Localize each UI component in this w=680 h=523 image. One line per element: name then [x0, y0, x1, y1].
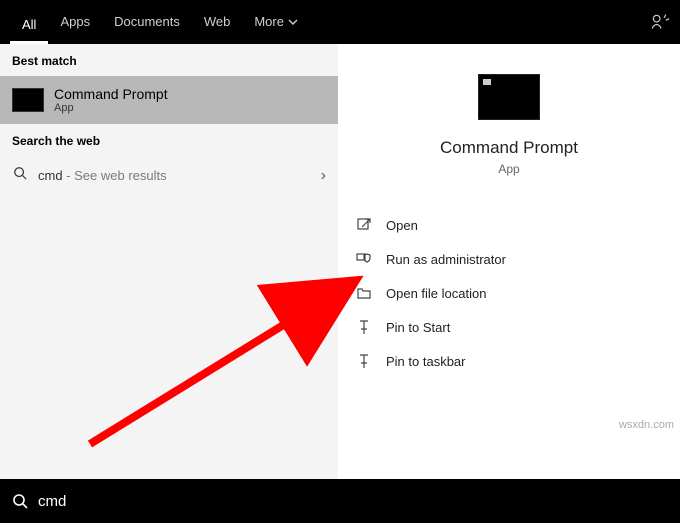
- tab-documents[interactable]: Documents: [102, 0, 192, 44]
- web-result-query: cmd: [38, 168, 63, 183]
- action-pin-to-taskbar[interactable]: Pin to taskbar: [352, 344, 666, 378]
- search-bar[interactable]: cmd: [0, 479, 680, 523]
- chevron-down-icon: [288, 17, 298, 27]
- left-results-pane: Best match Command Prompt App Search the…: [0, 44, 338, 479]
- open-icon: [356, 217, 372, 233]
- action-open-label: Open: [386, 218, 418, 233]
- detail-title: Command Prompt: [440, 138, 578, 158]
- watermark: wsxdn.com: [619, 419, 674, 431]
- tab-all[interactable]: All: [10, 0, 48, 44]
- best-match-subtitle: App: [54, 102, 168, 114]
- chevron-right-icon: ›: [321, 167, 326, 185]
- action-pin-start-label: Pin to Start: [386, 320, 450, 335]
- action-pin-to-start[interactable]: Pin to Start: [352, 310, 666, 344]
- command-prompt-icon: [12, 88, 44, 112]
- action-pin-taskbar-label: Pin to taskbar: [386, 354, 466, 369]
- command-prompt-large-icon: [478, 74, 540, 120]
- best-match-header: Best match: [0, 44, 338, 76]
- best-match-title: Command Prompt: [54, 86, 168, 102]
- pin-taskbar-icon: [356, 353, 372, 369]
- action-open-file-location[interactable]: Open file location: [352, 276, 666, 310]
- web-result-item[interactable]: cmd - See web results ›: [0, 156, 338, 195]
- best-match-item[interactable]: Command Prompt App: [0, 76, 338, 124]
- feedback-icon[interactable]: [650, 12, 670, 32]
- search-input-value[interactable]: cmd: [38, 493, 66, 510]
- web-result-suffix: - See web results: [63, 168, 167, 183]
- tab-apps[interactable]: Apps: [48, 0, 102, 44]
- action-run-as-admin[interactable]: Run as administrator: [352, 242, 666, 276]
- action-run-admin-label: Run as administrator: [386, 252, 506, 267]
- action-open-location-label: Open file location: [386, 286, 486, 301]
- shield-icon: [356, 251, 372, 267]
- detail-subtitle: App: [498, 162, 519, 176]
- search-icon: [12, 166, 28, 185]
- actions-list: Open Run as administrator Open file loca…: [338, 208, 680, 378]
- folder-icon: [356, 285, 372, 301]
- action-open[interactable]: Open: [352, 208, 666, 242]
- tab-more[interactable]: More: [242, 0, 310, 44]
- search-results-area: Best match Command Prompt App Search the…: [0, 44, 680, 479]
- tab-more-label: More: [254, 0, 284, 44]
- top-tab-bar: All Apps Documents Web More: [0, 0, 680, 44]
- search-web-header: Search the web: [0, 124, 338, 156]
- search-icon: [12, 493, 28, 509]
- pin-start-icon: [356, 319, 372, 335]
- tab-web[interactable]: Web: [192, 0, 243, 44]
- detail-pane: Command Prompt App Open Run as administr…: [338, 44, 680, 479]
